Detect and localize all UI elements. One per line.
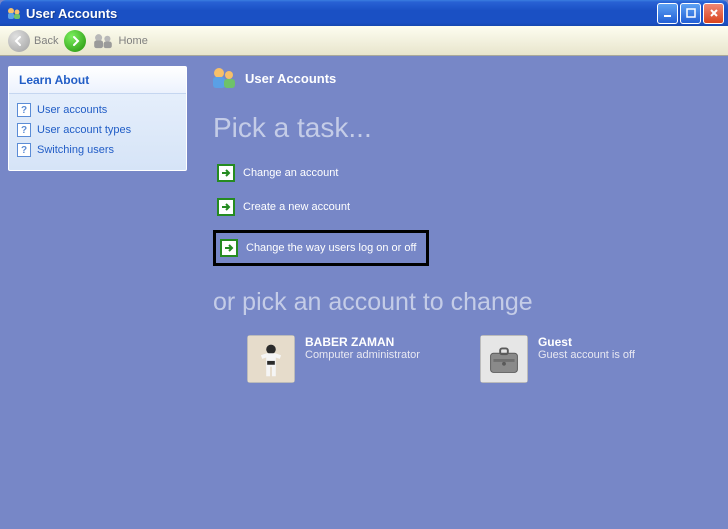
app-icon: [6, 5, 22, 21]
close-button[interactable]: [703, 3, 724, 24]
help-icon: ?: [17, 123, 31, 137]
account-text: BABER ZAMAN Computer administrator: [305, 335, 420, 361]
task-list: Change an account Create a new account C…: [213, 156, 716, 266]
task-arrow-icon: [217, 164, 235, 182]
main-header: User Accounts: [207, 56, 716, 106]
account-guest[interactable]: Guest Guest account is off: [480, 335, 635, 383]
home-label: Home: [118, 35, 147, 47]
main-header-title: User Accounts: [245, 71, 336, 86]
sidebar-link-switching-users[interactable]: ? Switching users: [17, 140, 178, 160]
sidebar-link-label: Switching users: [37, 144, 114, 156]
help-icon: ?: [17, 143, 31, 157]
toolbar: Back Home: [0, 26, 728, 56]
main-content: User Accounts Pick a task... Change an a…: [195, 56, 728, 529]
task-arrow-icon: [217, 198, 235, 216]
account-desc: Computer administrator: [305, 349, 420, 361]
account-name: BABER ZAMAN: [305, 335, 420, 349]
account-baber-zaman[interactable]: BABER ZAMAN Computer administrator: [247, 335, 420, 383]
account-picture: [247, 335, 295, 383]
window-title: User Accounts: [26, 6, 655, 21]
accounts-list: BABER ZAMAN Computer administrator: [247, 335, 716, 383]
forward-arrow-icon: [64, 30, 86, 52]
account-picture: [480, 335, 528, 383]
titlebar: User Accounts: [0, 0, 728, 26]
minimize-button[interactable]: [657, 3, 678, 24]
pick-task-headline: Pick a task...: [213, 112, 716, 144]
sidebar-link-user-accounts[interactable]: ? User accounts: [17, 100, 178, 120]
users-home-icon: [92, 31, 114, 51]
back-label: Back: [34, 35, 58, 47]
task-label: Create a new account: [243, 201, 350, 213]
task-label: Change an account: [243, 167, 338, 179]
body: Learn About ? User accounts ? User accou…: [0, 56, 728, 529]
learn-about-header: Learn About: [9, 67, 186, 94]
account-text: Guest Guest account is off: [538, 335, 635, 361]
task-arrow-icon: [220, 239, 238, 257]
learn-about-body: ? User accounts ? User account types ? S…: [9, 94, 186, 170]
users-icon: [209, 64, 237, 92]
task-label: Change the way users log on or off: [246, 242, 416, 254]
back-arrow-icon: [8, 30, 30, 52]
sidebar-link-label: User account types: [37, 124, 131, 136]
task-create-account[interactable]: Create a new account: [213, 190, 354, 224]
forward-button[interactable]: [64, 30, 86, 52]
account-name: Guest: [538, 335, 635, 349]
sidebar-link-label: User accounts: [37, 104, 107, 116]
task-change-logon[interactable]: Change the way users log on or off: [213, 230, 429, 266]
sidebar: Learn About ? User accounts ? User accou…: [0, 56, 195, 529]
sidebar-link-user-account-types[interactable]: ? User account types: [17, 120, 178, 140]
home-button[interactable]: Home: [92, 31, 147, 51]
task-change-account[interactable]: Change an account: [213, 156, 342, 190]
pick-account-headline: or pick an account to change: [213, 288, 716, 317]
account-desc: Guest account is off: [538, 349, 635, 361]
maximize-button[interactable]: [680, 3, 701, 24]
help-icon: ?: [17, 103, 31, 117]
back-button[interactable]: Back: [8, 30, 58, 52]
learn-about-panel: Learn About ? User accounts ? User accou…: [8, 66, 187, 171]
